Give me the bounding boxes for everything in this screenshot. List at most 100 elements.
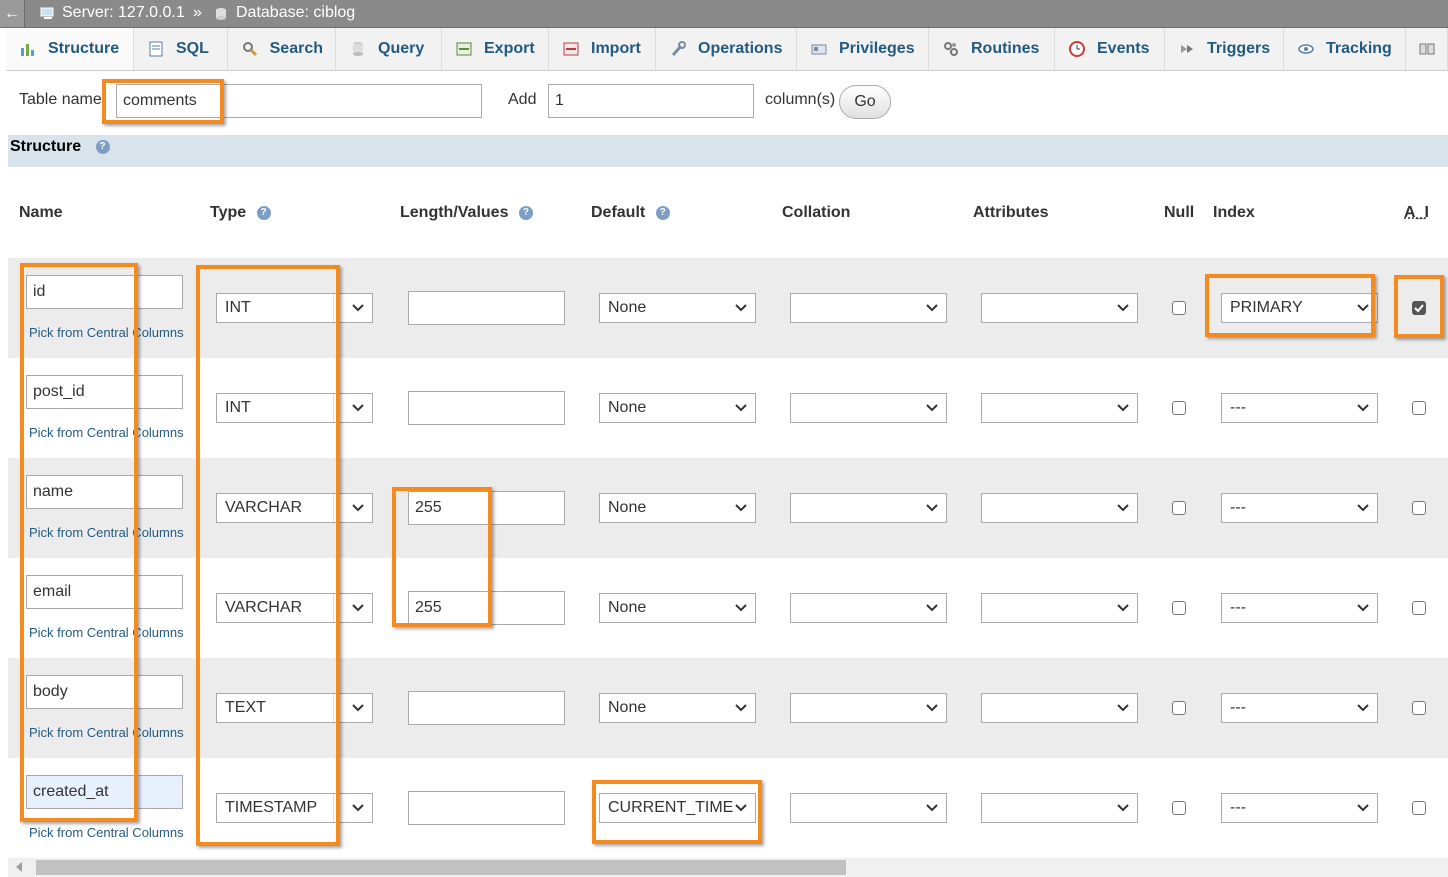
pick-central-columns-link[interactable]: Pick from Central Columns <box>29 825 184 840</box>
help-icon[interactable]: ? <box>655 205 670 220</box>
length-values-input[interactable] <box>408 691 565 725</box>
breadcrumb-server[interactable]: Server: 127.0.0.1 <box>40 4 185 22</box>
col-header-name: Name <box>19 204 63 221</box>
index-value: --- <box>1230 599 1246 616</box>
breadcrumb-database[interactable]: Database: ciblog <box>214 4 355 22</box>
scroll-left-arrow-icon[interactable] <box>16 862 22 872</box>
tab-privileges[interactable]: Privileges <box>797 28 929 70</box>
tab-query[interactable]: Query <box>336 28 442 70</box>
auto-increment-checkbox[interactable] <box>1412 401 1426 415</box>
col-header-collation: Collation <box>782 204 851 221</box>
default-value: None <box>608 299 647 316</box>
help-icon[interactable]: ? <box>256 205 271 220</box>
highlight-length-values <box>392 487 492 627</box>
col-header-ai: A_I <box>1404 204 1429 221</box>
collation-select[interactable] <box>790 393 947 423</box>
help-icon[interactable]: ? <box>518 205 533 220</box>
collation-select[interactable] <box>790 493 947 523</box>
auto-increment-checkbox[interactable] <box>1412 701 1426 715</box>
collation-select[interactable] <box>790 293 947 323</box>
tab-more[interactable] <box>1406 28 1448 70</box>
default-value: None <box>608 499 647 516</box>
tab-events[interactable]: Events <box>1055 28 1165 70</box>
eye-icon <box>1296 40 1316 58</box>
tab-structure-label: Structure <box>48 40 120 57</box>
more-tabs-icon <box>1418 40 1436 58</box>
export-icon <box>454 40 474 58</box>
back-arrow-icon[interactable]: ← <box>0 0 25 27</box>
scrollbar-thumb[interactable] <box>36 860 846 875</box>
default-select[interactable]: None <box>599 493 756 523</box>
auto-increment-checkbox[interactable] <box>1412 601 1426 615</box>
highlight-table-name <box>102 79 224 124</box>
default-value: None <box>608 699 647 716</box>
default-select[interactable]: None <box>599 393 756 423</box>
breadcrumb-database-label: Database: ciblog <box>236 4 356 21</box>
auto-increment-checkbox[interactable] <box>1412 501 1426 515</box>
sql-icon <box>146 40 166 58</box>
col-header-default: Default ? <box>591 204 670 222</box>
tab-operations[interactable]: Operations <box>656 28 797 70</box>
tab-triggers[interactable]: Triggers <box>1165 28 1284 70</box>
null-checkbox[interactable] <box>1172 501 1186 515</box>
tab-import[interactable]: Import <box>549 28 656 70</box>
default-select[interactable]: None <box>599 693 756 723</box>
default-select[interactable]: None <box>599 593 756 623</box>
highlight-default-timestamp <box>592 780 762 844</box>
attributes-select[interactable] <box>981 593 1138 623</box>
length-values-input[interactable] <box>408 791 565 825</box>
attributes-select[interactable] <box>981 293 1138 323</box>
index-select[interactable]: --- <box>1221 793 1378 823</box>
tab-routines-label: Routines <box>971 40 1040 57</box>
length-values-input[interactable] <box>408 291 565 325</box>
null-checkbox[interactable] <box>1172 801 1186 815</box>
tab-search[interactable]: Search <box>228 28 336 70</box>
index-value: --- <box>1230 499 1246 516</box>
tab-import-label: Import <box>591 40 641 57</box>
structure-icon <box>18 40 38 58</box>
tab-routines[interactable]: Routines <box>929 28 1055 70</box>
null-checkbox[interactable] <box>1172 301 1186 315</box>
null-checkbox[interactable] <box>1172 701 1186 715</box>
null-checkbox[interactable] <box>1172 401 1186 415</box>
col-header-type-label: Type <box>210 204 247 221</box>
help-icon[interactable]: ? <box>95 139 110 154</box>
database-icon <box>216 7 226 20</box>
attributes-select[interactable] <box>981 393 1138 423</box>
index-select[interactable]: --- <box>1221 493 1378 523</box>
tab-sql[interactable]: SQL <box>134 28 228 70</box>
horizontal-scrollbar[interactable] <box>8 858 1448 877</box>
default-select[interactable]: None <box>599 293 756 323</box>
auto-increment-checkbox[interactable] <box>1412 801 1426 815</box>
index-select[interactable]: --- <box>1221 393 1378 423</box>
attributes-select[interactable] <box>981 493 1138 523</box>
go-button[interactable]: Go <box>839 85 891 119</box>
wrench-icon <box>668 40 688 58</box>
length-values-input[interactable] <box>408 391 565 425</box>
index-value: --- <box>1230 699 1246 716</box>
col-header-length: Length/Values ? <box>400 204 533 222</box>
tab-tracking[interactable]: Tracking <box>1284 28 1406 70</box>
attributes-select[interactable] <box>981 693 1138 723</box>
privileges-icon <box>809 40 829 58</box>
index-value: --- <box>1230 799 1246 816</box>
breadcrumb-server-label: Server: 127.0.0.1 <box>62 4 185 21</box>
add-columns-count-input[interactable] <box>548 84 754 118</box>
tab-export[interactable]: Export <box>442 28 549 70</box>
highlight-primary-index <box>1205 274 1375 337</box>
tab-triggers-label: Triggers <box>1207 40 1271 57</box>
col-header-default-label: Default <box>591 204 646 221</box>
collation-select[interactable] <box>790 593 947 623</box>
index-select[interactable]: --- <box>1221 593 1378 623</box>
table-name-label: Table name: <box>19 91 107 108</box>
tab-structure[interactable]: Structure <box>6 28 134 70</box>
index-select[interactable]: --- <box>1221 693 1378 723</box>
query-icon <box>348 40 368 58</box>
collation-select[interactable] <box>790 793 947 823</box>
null-checkbox[interactable] <box>1172 601 1186 615</box>
collation-select[interactable] <box>790 693 947 723</box>
tab-events-label: Events <box>1097 40 1150 57</box>
attributes-select[interactable] <box>981 793 1138 823</box>
tab-operations-label: Operations <box>698 40 783 57</box>
clock-icon <box>1067 40 1087 58</box>
